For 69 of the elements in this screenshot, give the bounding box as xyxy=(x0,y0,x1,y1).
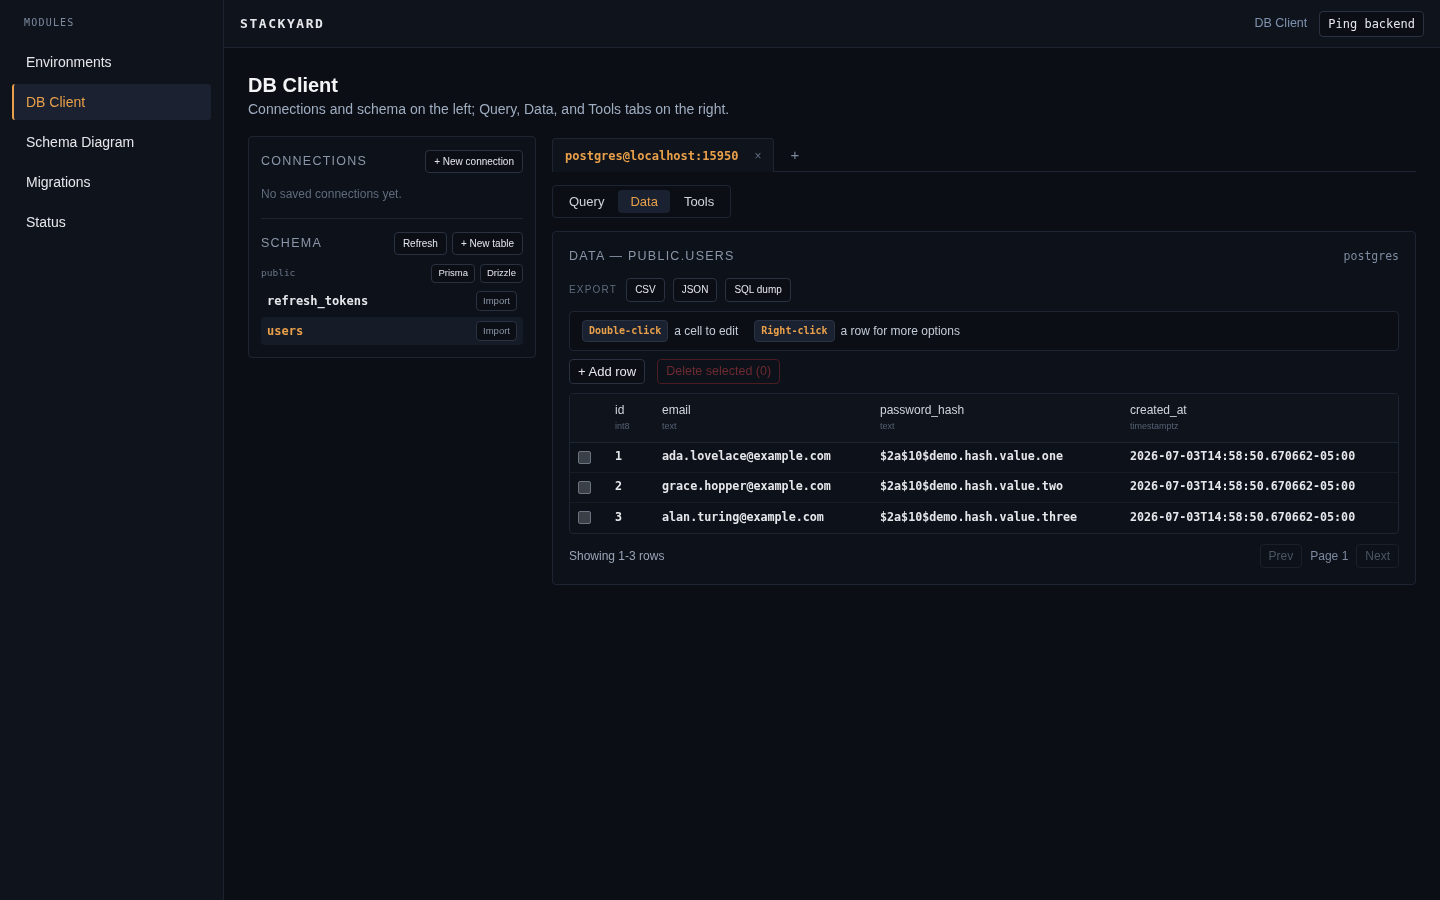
table-list-item[interactable]: users Import xyxy=(261,317,523,345)
row-summary: Showing 1-3 rows xyxy=(569,547,665,565)
hint-text: a row for more options xyxy=(840,322,960,340)
table-cell-text: 3 xyxy=(615,508,624,526)
table-cell-text: $2a$10$demo.hash.value.one xyxy=(880,448,1064,466)
import-button[interactable]: Import xyxy=(476,321,517,341)
data-title: DATA — PUBLIC.USERS xyxy=(569,248,735,265)
export-button[interactable]: SQL dump xyxy=(725,277,791,302)
import-button[interactable]: Import xyxy=(476,291,517,311)
column-header: id xyxy=(615,401,626,418)
nav-item[interactable]: Environments xyxy=(12,44,211,80)
table-cell-text: ada.lovelace@example.com xyxy=(662,448,832,466)
brand-name: STACKYARD xyxy=(240,14,325,33)
add-tab-button[interactable]: + xyxy=(786,147,804,163)
breadcrumb: DB Client xyxy=(1254,15,1308,33)
column-type: text xyxy=(880,419,896,433)
page-subtitle: Connections and schema on the left; Query, Data, and Tools tabs on the right. xyxy=(248,100,731,119)
schema-name: public xyxy=(261,266,296,281)
table-cell-text: $2a$10$demo.hash.value.two xyxy=(880,478,1064,496)
table-cell-text: 2 xyxy=(615,478,624,496)
close-button[interactable]: × xyxy=(754,146,762,165)
schema-button[interactable]: Refresh xyxy=(393,232,447,255)
empty-message: No saved connections yet. xyxy=(261,186,403,202)
connection-tab[interactable]: postgres@localhost:15950 × xyxy=(552,138,775,172)
connection-user: postgres xyxy=(1343,247,1399,265)
new-connection-button[interactable]: + New connection xyxy=(425,150,523,173)
view-tab[interactable]: Data xyxy=(618,190,670,213)
generator-button[interactable]: Prisma xyxy=(431,264,475,283)
page-title: DB Client xyxy=(248,73,339,98)
view-tab[interactable]: Tools xyxy=(671,190,727,213)
table-cell-text: 2026-07-03T14:58:50.670662-05:00 xyxy=(1130,478,1357,496)
column-header: email xyxy=(662,401,692,418)
shortcut-key: Double-click xyxy=(582,319,669,342)
view-tab[interactable]: Query xyxy=(557,190,617,213)
export-button[interactable]: JSON xyxy=(672,277,718,302)
column-type: timestamptz xyxy=(1130,419,1180,433)
column-type: text xyxy=(662,419,678,433)
row-checkbox[interactable] xyxy=(578,511,591,525)
table-cell-text: $2a$10$demo.hash.value.three xyxy=(880,508,1079,526)
section-heading: SCHEMA xyxy=(261,235,322,253)
export-label: EXPORT xyxy=(569,283,618,298)
ping-button[interactable]: Ping backend xyxy=(1319,10,1424,37)
table-cell-text: 1 xyxy=(615,448,624,466)
row-checkbox[interactable] xyxy=(578,480,591,494)
generator-button[interactable]: Drizzle xyxy=(479,264,523,283)
nav-item[interactable]: Status xyxy=(12,204,211,240)
nav-item[interactable]: DB Client xyxy=(12,84,211,120)
shortcut-key: Right-click xyxy=(754,319,835,342)
table-cell-text: 2026-07-03T14:58:50.670662-05:00 xyxy=(1130,508,1357,526)
column-header: created_at xyxy=(1130,401,1188,418)
export-button[interactable]: CSV xyxy=(626,277,665,302)
page-indicator: Page 1 xyxy=(1310,547,1349,565)
table-cell-text: alan.turing@example.com xyxy=(662,508,825,526)
section-heading: CONNECTIONS xyxy=(261,153,368,171)
connection-label: postgres@localhost:15950 xyxy=(565,147,739,165)
table-cell-text: 2026-07-03T14:58:50.670662-05:00 xyxy=(1130,448,1357,466)
nav-item[interactable]: Schema Diagram xyxy=(12,124,211,160)
nav-item[interactable]: Migrations xyxy=(12,164,211,200)
row-checkbox[interactable] xyxy=(578,450,591,464)
column-header: password_hash xyxy=(880,401,966,418)
add-row-button[interactable]: + Add row xyxy=(569,358,646,384)
table-name: refresh_tokens xyxy=(267,293,369,310)
schema-button[interactable]: + New table xyxy=(451,232,523,255)
table-name: users xyxy=(267,323,304,340)
sidebar-heading: MODULES xyxy=(23,16,76,30)
column-type: int8 xyxy=(615,419,631,433)
table-list-item[interactable]: refresh_tokens Import xyxy=(261,287,523,315)
table-cell-text: grace.hopper@example.com xyxy=(662,478,832,496)
hint-text: a cell to edit xyxy=(674,322,739,340)
